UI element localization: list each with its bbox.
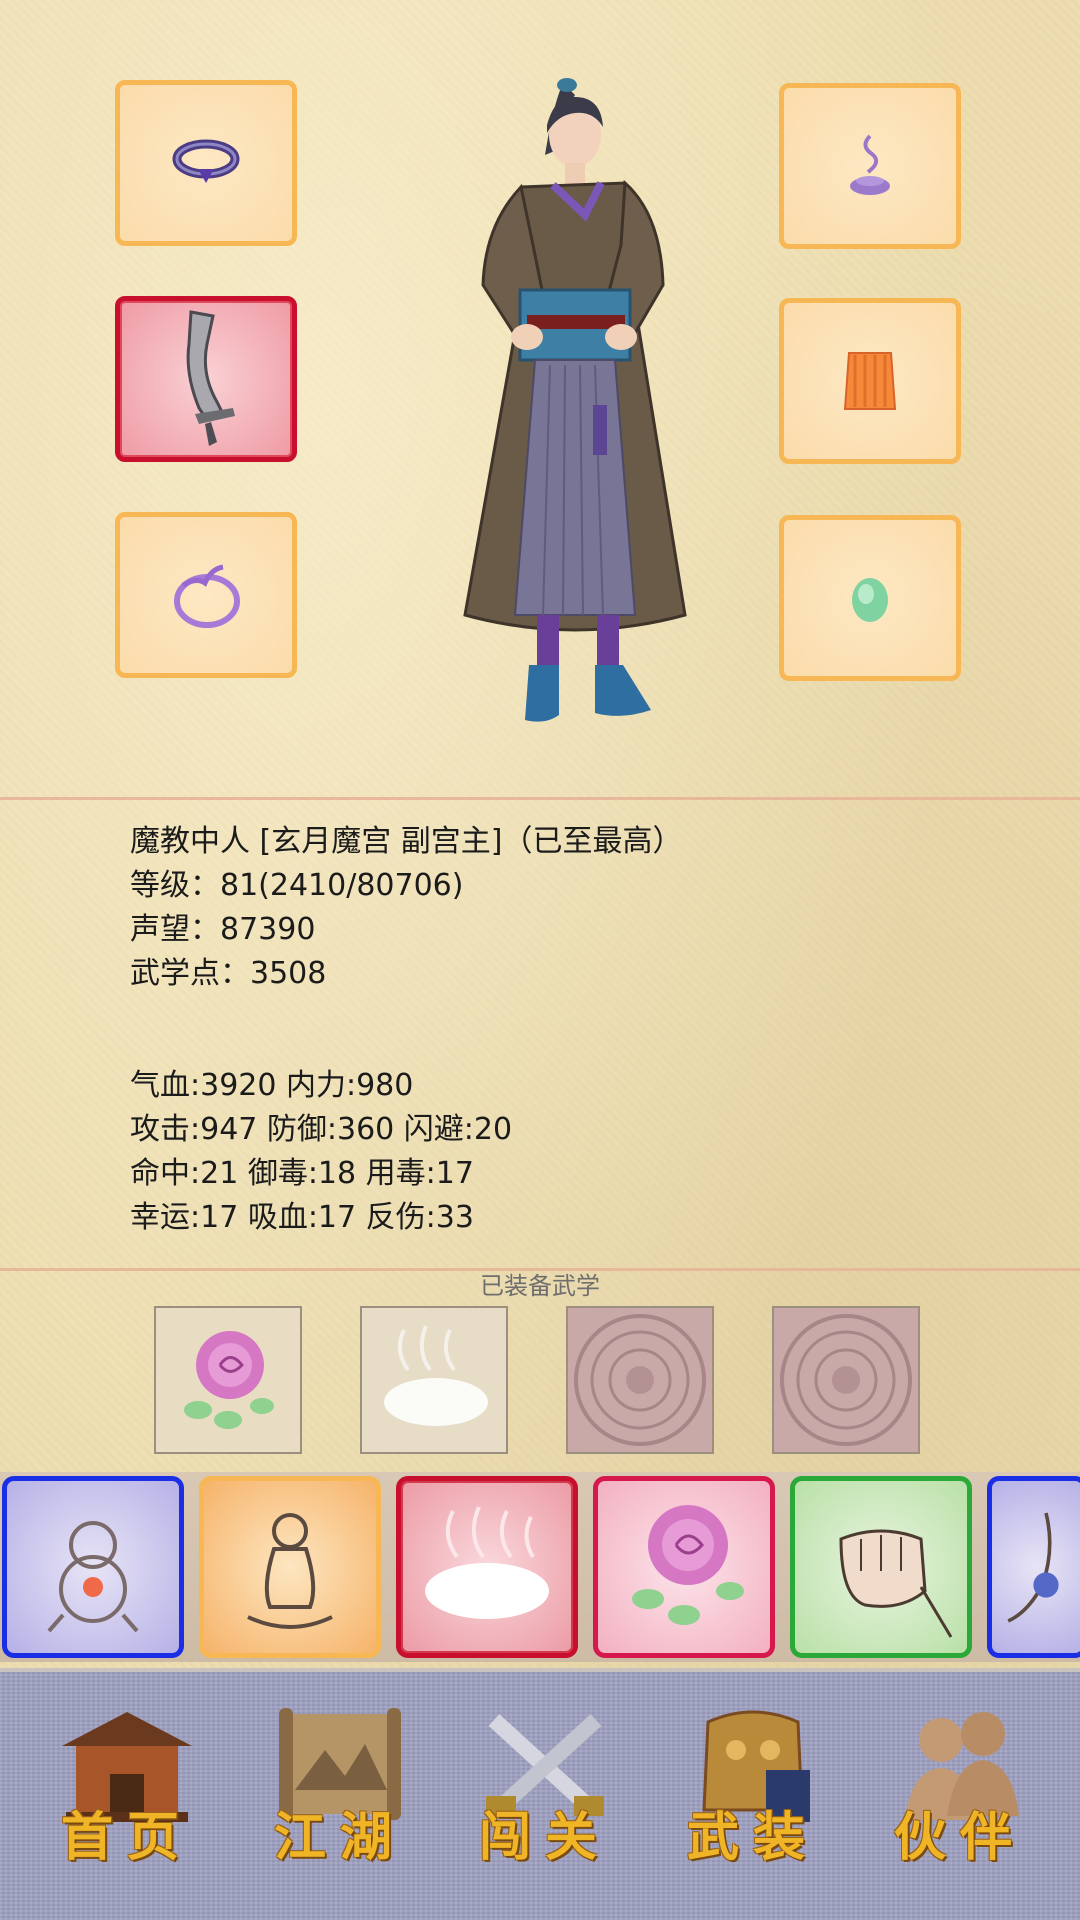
incense-icon — [850, 134, 890, 195]
equip-slot-ring[interactable] — [115, 80, 297, 246]
stats-line-1: 气血:3920 内力:980 — [130, 1068, 414, 1103]
nav-jianghu-label: 江湖 — [273, 1807, 406, 1868]
equip-slot-bracelet[interactable] — [115, 512, 297, 678]
empty-slot-icon — [780, 1314, 912, 1446]
rose-skill-icon — [184, 1331, 274, 1429]
nav-equipment[interactable]: 武装 — [668, 1700, 838, 1880]
stats-line-3: 命中:21 御毒:18 用毒:17 — [130, 1156, 474, 1191]
skill-card-3[interactable] — [396, 1476, 578, 1658]
meditation-skill-icon — [247, 1513, 333, 1629]
palm-skill-icon — [1007, 1512, 1059, 1623]
equipped-skill-slot-1[interactable] — [154, 1306, 302, 1454]
mist-skill-icon — [384, 1325, 488, 1426]
stats-line-4: 幸运:17 吸血:17 反伤:33 — [130, 1200, 474, 1235]
equip-slot-jade[interactable] — [779, 515, 961, 681]
character-portrait — [463, 78, 687, 722]
equipped-skill-slot-4[interactable] — [772, 1306, 920, 1454]
divider-top — [0, 797, 1080, 800]
character-martial-points: 武学点：3508 — [130, 956, 327, 991]
character-level: 等级：81(2410/80706) — [130, 868, 464, 903]
ring-icon — [172, 139, 240, 183]
fist-skill-icon — [839, 1529, 953, 1638]
nav-equipment-label: 武装 — [686, 1807, 819, 1868]
armor-vest-icon — [843, 352, 897, 410]
nav-home[interactable]: 首页 — [42, 1700, 212, 1880]
character-title: 魔教中人 [玄月魔宫 副宫主]（已至最高） — [130, 824, 683, 859]
equipped-skill-slot-2[interactable] — [360, 1306, 508, 1454]
nav-home-label: 首页 — [60, 1807, 193, 1868]
gourd-skill-icon — [47, 1521, 139, 1633]
skill-card-4[interactable] — [593, 1476, 775, 1658]
nav-partner[interactable]: 伙伴 — [875, 1700, 1045, 1880]
nav-challenge[interactable]: 闯关 — [460, 1700, 630, 1880]
skill-card-1[interactable] — [2, 1476, 184, 1658]
rose-skill-icon — [632, 1505, 744, 1625]
equipped-skills-label: 已装备武学 — [480, 1272, 600, 1300]
empty-slot-icon — [574, 1314, 706, 1446]
equip-slot-incense[interactable] — [779, 83, 961, 249]
jade-stone-icon — [852, 578, 888, 622]
equip-slot-armor[interactable] — [779, 298, 961, 464]
nav-partner-label: 伙伴 — [893, 1807, 1026, 1868]
stats-line-2: 攻击:947 防御:360 闪避:20 — [130, 1112, 513, 1147]
equip-slot-weapon[interactable] — [115, 296, 297, 462]
nav-challenge-label: 闯关 — [478, 1807, 611, 1868]
equipped-skill-slot-3[interactable] — [566, 1306, 714, 1454]
sword-icon — [186, 310, 235, 446]
mist-skill-icon — [425, 1506, 549, 1619]
skill-card-5[interactable] — [790, 1476, 972, 1658]
skill-card-6[interactable] — [987, 1476, 1080, 1658]
character-reputation: 声望：87390 — [130, 912, 316, 947]
nav-jianghu[interactable]: 江湖 — [255, 1700, 425, 1880]
skill-card-2[interactable] — [199, 1476, 381, 1658]
bracelet-icon — [174, 564, 240, 628]
